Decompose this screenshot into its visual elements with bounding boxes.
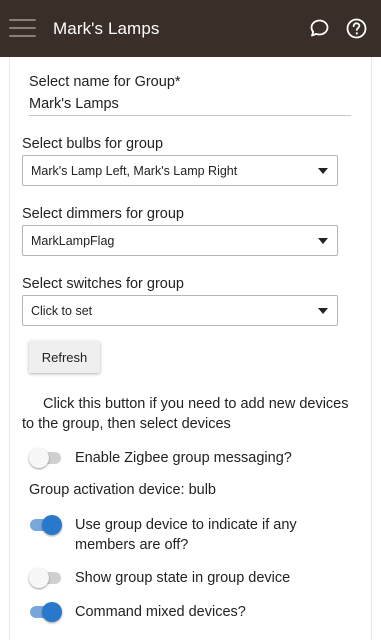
activation-device-value: bulb [188, 482, 216, 498]
help-circle-icon[interactable] [345, 17, 368, 40]
toggle-knob [29, 568, 49, 588]
group-name-field: Select name for Group* [29, 72, 351, 116]
switches-select[interactable]: Click to set [22, 295, 338, 326]
activation-device-label: Group activation device: [29, 482, 185, 498]
switches-select-label: Select switches for group [22, 276, 184, 292]
group-device-indicator-label-line1: Use group device to indicate if any [75, 517, 297, 533]
dropdown-arrow-icon [318, 238, 328, 244]
app-bar: Mark's Lamps [0, 0, 381, 57]
refresh-button[interactable]: Refresh [29, 341, 100, 373]
app-title: Mark's Lamps [53, 19, 160, 38]
bulbs-select-label: Select bulbs for group [22, 136, 164, 152]
refresh-hint-line2: to the group, then select devices [22, 416, 231, 432]
command-mixed-devices-toggle[interactable] [29, 601, 62, 623]
group-device-indicator-toggle[interactable] [29, 514, 62, 536]
dimmers-select[interactable]: MarkLampFlag [22, 225, 338, 256]
bulbs-select-value: Mark's Lamp Left, Mark's Lamp Right [31, 164, 238, 178]
zigbee-messaging-toggle[interactable] [29, 447, 62, 469]
zigbee-messaging-label: Enable Zigbee group messaging? [75, 450, 292, 466]
toggle-knob [42, 515, 62, 535]
toggle-knob [42, 602, 62, 622]
activation-device-text: Group activation device: bulb [29, 482, 216, 498]
refresh-hint-line1: Click this button if you need to add new… [43, 396, 349, 412]
hamburger-menu-icon[interactable] [9, 17, 36, 39]
dimmers-select-value: MarkLampFlag [31, 234, 115, 248]
dropdown-arrow-icon [318, 308, 328, 314]
show-group-state-toggle[interactable] [29, 567, 62, 589]
switches-select-value: Click to set [31, 304, 93, 318]
group-name-input[interactable] [29, 94, 349, 114]
dimmers-select-label: Select dimmers for group [22, 206, 184, 222]
bulbs-select[interactable]: Mark's Lamp Left, Mark's Lamp Right [22, 155, 338, 186]
group-device-indicator-label-line2: members are off? [75, 537, 189, 553]
command-mixed-devices-label: Command mixed devices? [75, 604, 246, 620]
show-group-state-label: Show group state in group device [75, 570, 291, 586]
chat-bubble-icon[interactable] [308, 17, 331, 40]
dropdown-arrow-icon [318, 168, 328, 174]
toggle-knob [29, 448, 49, 468]
group-name-label: Select name for Group* [29, 74, 181, 90]
